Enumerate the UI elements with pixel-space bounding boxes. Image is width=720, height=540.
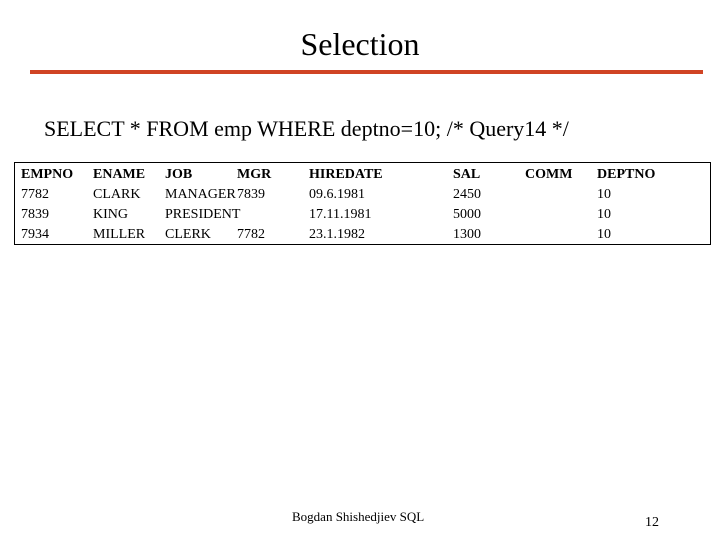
table-cell-ename: MILLER xyxy=(93,227,146,242)
table-cell-job: MANAGER xyxy=(165,187,236,202)
table-cell-job: PRESIDENT xyxy=(165,207,241,222)
table-cell-mgr: 7782 xyxy=(237,227,265,242)
column-header-mgr: MGR xyxy=(237,167,272,182)
result-table: EMPNO ENAME JOB MGR HIREDATE SAL COMM DEPTNO 778… xyxy=(14,162,711,245)
sql-query: SELECT * FROM emp WHERE deptno=10; /* Qu… xyxy=(44,116,569,141)
page-number: 12 xyxy=(645,515,659,530)
column-header-ename: ENAME xyxy=(93,167,146,182)
table-cell-empno: 7934 xyxy=(21,227,49,242)
table-cell-job: CLERK xyxy=(165,227,211,242)
table-cell-deptno: 10 xyxy=(597,227,611,242)
table-cell-sal: 1300 xyxy=(453,227,481,242)
column-header-empno: EMPNO xyxy=(21,167,74,182)
column-header-hiredate: HIREDATE xyxy=(309,167,383,182)
table-cell-mgr: 7839 xyxy=(237,187,265,202)
table-cell-hiredate: 17.11.1981 xyxy=(309,207,372,222)
table-cell-deptno: 10 xyxy=(597,207,611,222)
slide-title: Selection xyxy=(300,26,420,62)
column-header-sal: SAL xyxy=(453,167,481,182)
table-cell-empno: 7782 xyxy=(21,187,49,202)
table-cell-ename: KING xyxy=(93,207,128,222)
title-underline xyxy=(30,70,703,74)
table-cell-deptno: 10 xyxy=(597,187,611,202)
column-header-comm: COMM xyxy=(525,167,573,182)
table-cell-empno: 7839 xyxy=(21,207,49,222)
table-cell-hiredate: 23.1.1982 xyxy=(309,227,365,242)
table-cell-sal: 2450 xyxy=(453,187,481,202)
footer-text: Bogdan Shishedjiev SQL xyxy=(292,509,425,524)
column-header-job: JOB xyxy=(165,167,193,182)
column-header-deptno: DEPTNO xyxy=(597,167,656,182)
table-cell-ename: CLARK xyxy=(93,187,141,202)
table-cell-sal: 5000 xyxy=(453,207,481,222)
table-cell-hiredate: 09.6.1981 xyxy=(309,187,365,202)
